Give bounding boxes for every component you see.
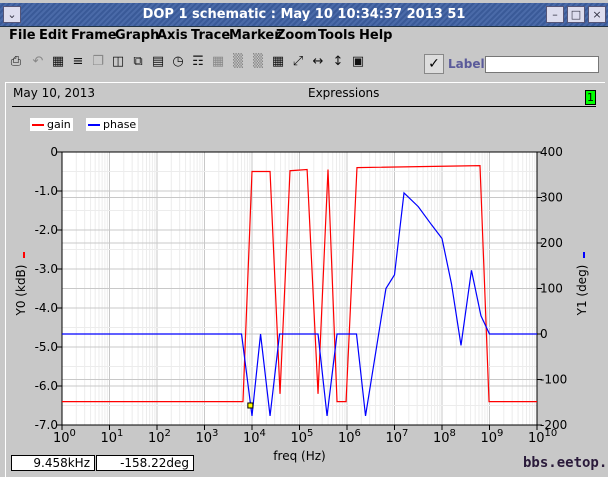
x-tick-label: 1010 — [528, 428, 557, 446]
x-tick-label: 102 — [148, 428, 171, 446]
y-tick-label: -2.0 — [35, 223, 58, 237]
x-tick-label: 108 — [433, 428, 456, 446]
y-tick-label: -6.0 — [35, 379, 58, 393]
status-y: -158.22deg — [96, 455, 194, 471]
x-tick-label: 109 — [481, 428, 504, 446]
y-axis-label-right: Y1 (deg) — [575, 265, 589, 317]
watermark: bbs.eetop.cn — [523, 455, 608, 471]
y-tick-label: -5.0 — [35, 340, 58, 354]
x-tick-label: 103 — [196, 428, 219, 446]
y2-tick-label: -100 — [540, 373, 567, 387]
y2-tick-label: 400 — [540, 145, 563, 159]
y-tick-label: -1.0 — [35, 184, 58, 198]
y-tick-label: -7.0 — [35, 418, 58, 432]
y-tick-label: -4.0 — [35, 301, 58, 315]
x-tick-label: 106 — [338, 428, 361, 446]
y-tick-label: 0 — [50, 145, 58, 159]
status-x: 9.458kHz — [11, 455, 95, 471]
x-tick-label: 104 — [243, 428, 266, 446]
y2-tick-label: 100 — [540, 282, 563, 296]
x-tick-label: 101 — [101, 428, 124, 446]
y2-tick-label: 300 — [540, 191, 563, 205]
x-tick-label: 100 — [53, 428, 76, 446]
y-tick-label: -3.0 — [35, 262, 58, 276]
x-tick-label: 107 — [386, 428, 409, 446]
plot[interactable]: 0 -1.0 -2.0 -3.0 -4.0 -5.0 -6.0 -7.0 400 300 200 10… — [0, 0, 608, 477]
y2-tick-label: 0 — [540, 327, 548, 341]
x-tick-label: 105 — [291, 428, 314, 446]
y1-color-indicator — [583, 252, 585, 258]
y0-color-indicator — [23, 252, 25, 258]
y-axis-label-left: Y0 (kdB) — [14, 265, 28, 317]
marker[interactable] — [247, 402, 254, 409]
y2-tick-label: 200 — [540, 236, 563, 250]
x-axis-label: freq (Hz) — [273, 449, 325, 463]
